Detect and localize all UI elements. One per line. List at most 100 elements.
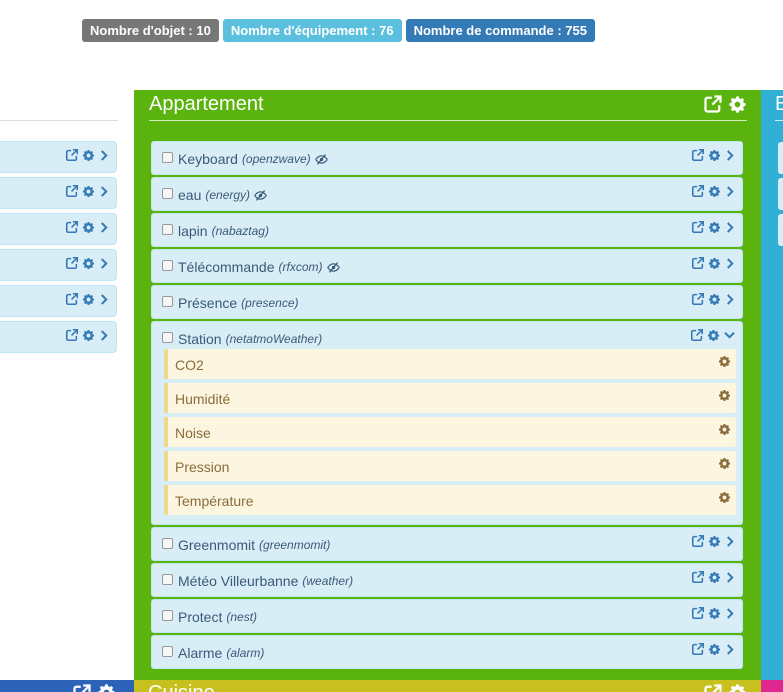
left-equipment-row[interactable] <box>0 213 117 245</box>
right-panel-title[interactable]: E <box>775 93 783 116</box>
equipment-checkbox[interactable] <box>162 332 173 343</box>
equipment-name: Station <box>178 331 222 347</box>
equipment-row[interactable]: Météo Villeurbanne (weather) <box>151 563 743 597</box>
gear-icon[interactable] <box>708 643 721 656</box>
external-link-icon[interactable] <box>65 292 79 306</box>
left-equipment-row[interactable] <box>0 285 117 317</box>
external-link-icon[interactable] <box>691 256 705 270</box>
command-row[interactable]: Noise <box>164 417 736 447</box>
gear-icon[interactable] <box>718 423 731 436</box>
left-equipment-row[interactable] <box>0 321 117 353</box>
external-link-icon[interactable] <box>691 184 705 198</box>
equipment-checkbox[interactable] <box>162 610 173 621</box>
chevron-right-icon[interactable] <box>724 185 736 198</box>
chevron-right-icon[interactable] <box>724 571 736 584</box>
gear-icon[interactable] <box>718 355 731 368</box>
left-equipment-row[interactable] <box>0 249 117 281</box>
external-link-icon[interactable] <box>65 148 79 162</box>
external-link-icon[interactable] <box>691 220 705 234</box>
external-link-icon[interactable] <box>65 256 79 270</box>
gear-icon[interactable] <box>708 185 721 198</box>
equipment-row[interactable]: Télécommande (rfxcom) <box>151 249 743 283</box>
equipment-checkbox[interactable] <box>162 224 173 235</box>
chevron-right-icon[interactable] <box>98 293 110 306</box>
equipment-row[interactable]: Protect (nest) <box>151 599 743 633</box>
equipment-plugin: (weather) <box>302 574 354 588</box>
gear-icon[interactable] <box>708 257 721 270</box>
chevron-right-icon[interactable] <box>724 607 736 620</box>
external-link-icon[interactable] <box>65 184 79 198</box>
gear-icon[interactable] <box>82 257 95 270</box>
command-row[interactable]: CO2 <box>164 349 736 379</box>
equipment-row[interactable]: Greenmomit (greenmomit) <box>151 527 743 561</box>
gear-icon[interactable] <box>707 329 720 342</box>
gear-icon[interactable] <box>708 221 721 234</box>
gear-icon[interactable] <box>82 149 95 162</box>
right-equipment-row[interactable] <box>778 142 783 174</box>
left-equipment-row[interactable] <box>0 141 117 173</box>
equipment-checkbox[interactable] <box>162 646 173 657</box>
chevron-right-icon[interactable] <box>98 185 110 198</box>
chevron-down-icon[interactable] <box>723 329 736 341</box>
external-link-icon[interactable] <box>691 570 705 584</box>
chevron-right-icon[interactable] <box>724 221 736 234</box>
external-link-icon[interactable] <box>691 642 705 656</box>
gear-icon[interactable] <box>82 293 95 306</box>
gear-icon[interactable] <box>728 683 747 692</box>
right-equipment-row[interactable] <box>778 178 783 210</box>
equipment-row[interactable]: lapin (nabaztag) <box>151 213 743 247</box>
left-equipment-row[interactable] <box>0 177 117 209</box>
gear-icon[interactable] <box>708 607 721 620</box>
chevron-right-icon[interactable] <box>98 221 110 234</box>
gear-icon[interactable] <box>82 329 95 342</box>
external-link-icon[interactable] <box>690 328 704 342</box>
equipment-row-expanded[interactable]: Station (netatmoWeather) CO2 Humidité No… <box>151 321 743 525</box>
gear-icon[interactable] <box>97 683 116 692</box>
gear-icon[interactable] <box>718 491 731 504</box>
equipment-checkbox[interactable] <box>162 260 173 271</box>
equipment-plugin: (greenmomit) <box>259 538 331 552</box>
chevron-right-icon[interactable] <box>724 293 736 306</box>
equipment-checkbox[interactable] <box>162 152 173 163</box>
gear-icon[interactable] <box>718 457 731 470</box>
chevron-right-icon[interactable] <box>724 643 736 656</box>
right-equipment-row[interactable] <box>778 214 783 246</box>
external-link-icon[interactable] <box>72 683 92 692</box>
gear-icon[interactable] <box>708 571 721 584</box>
external-link-icon[interactable] <box>691 292 705 306</box>
gear-icon[interactable] <box>728 95 747 114</box>
gear-icon[interactable] <box>708 293 721 306</box>
external-link-icon[interactable] <box>65 220 79 234</box>
chevron-right-icon[interactable] <box>724 149 736 162</box>
panel-title[interactable]: Appartement <box>149 93 264 116</box>
chevron-right-icon[interactable] <box>98 329 110 342</box>
external-link-icon[interactable] <box>691 606 705 620</box>
gear-icon[interactable] <box>82 185 95 198</box>
command-row[interactable]: Humidité <box>164 383 736 413</box>
command-row[interactable]: Pression <box>164 451 736 481</box>
external-link-icon[interactable] <box>703 683 723 692</box>
equipment-checkbox[interactable] <box>162 574 173 585</box>
external-link-icon[interactable] <box>691 148 705 162</box>
chevron-right-icon[interactable] <box>98 149 110 162</box>
equipment-row[interactable]: Présence (presence) <box>151 285 743 319</box>
equipment-checkbox[interactable] <box>162 538 173 549</box>
external-link-icon[interactable] <box>691 534 705 548</box>
chevron-right-icon[interactable] <box>724 535 736 548</box>
gear-icon[interactable] <box>708 535 721 548</box>
gear-icon[interactable] <box>718 389 731 402</box>
gear-icon[interactable] <box>708 149 721 162</box>
chevron-right-icon[interactable] <box>724 257 736 270</box>
equipment-checkbox[interactable] <box>162 188 173 199</box>
equipment-row[interactable]: Alarme (alarm) <box>151 635 743 669</box>
gear-icon[interactable] <box>82 221 95 234</box>
bottom-panel-title[interactable]: Cuisine <box>148 682 215 692</box>
external-link-icon[interactable] <box>65 328 79 342</box>
chevron-right-icon[interactable] <box>98 257 110 270</box>
external-link-icon[interactable] <box>703 94 723 114</box>
command-row[interactable]: Température <box>164 485 736 515</box>
left-object-panel <box>0 88 118 678</box>
equipment-row[interactable]: eau (energy) <box>151 177 743 211</box>
equipment-row[interactable]: Keyboard (openzwave) <box>151 141 743 175</box>
equipment-checkbox[interactable] <box>162 296 173 307</box>
